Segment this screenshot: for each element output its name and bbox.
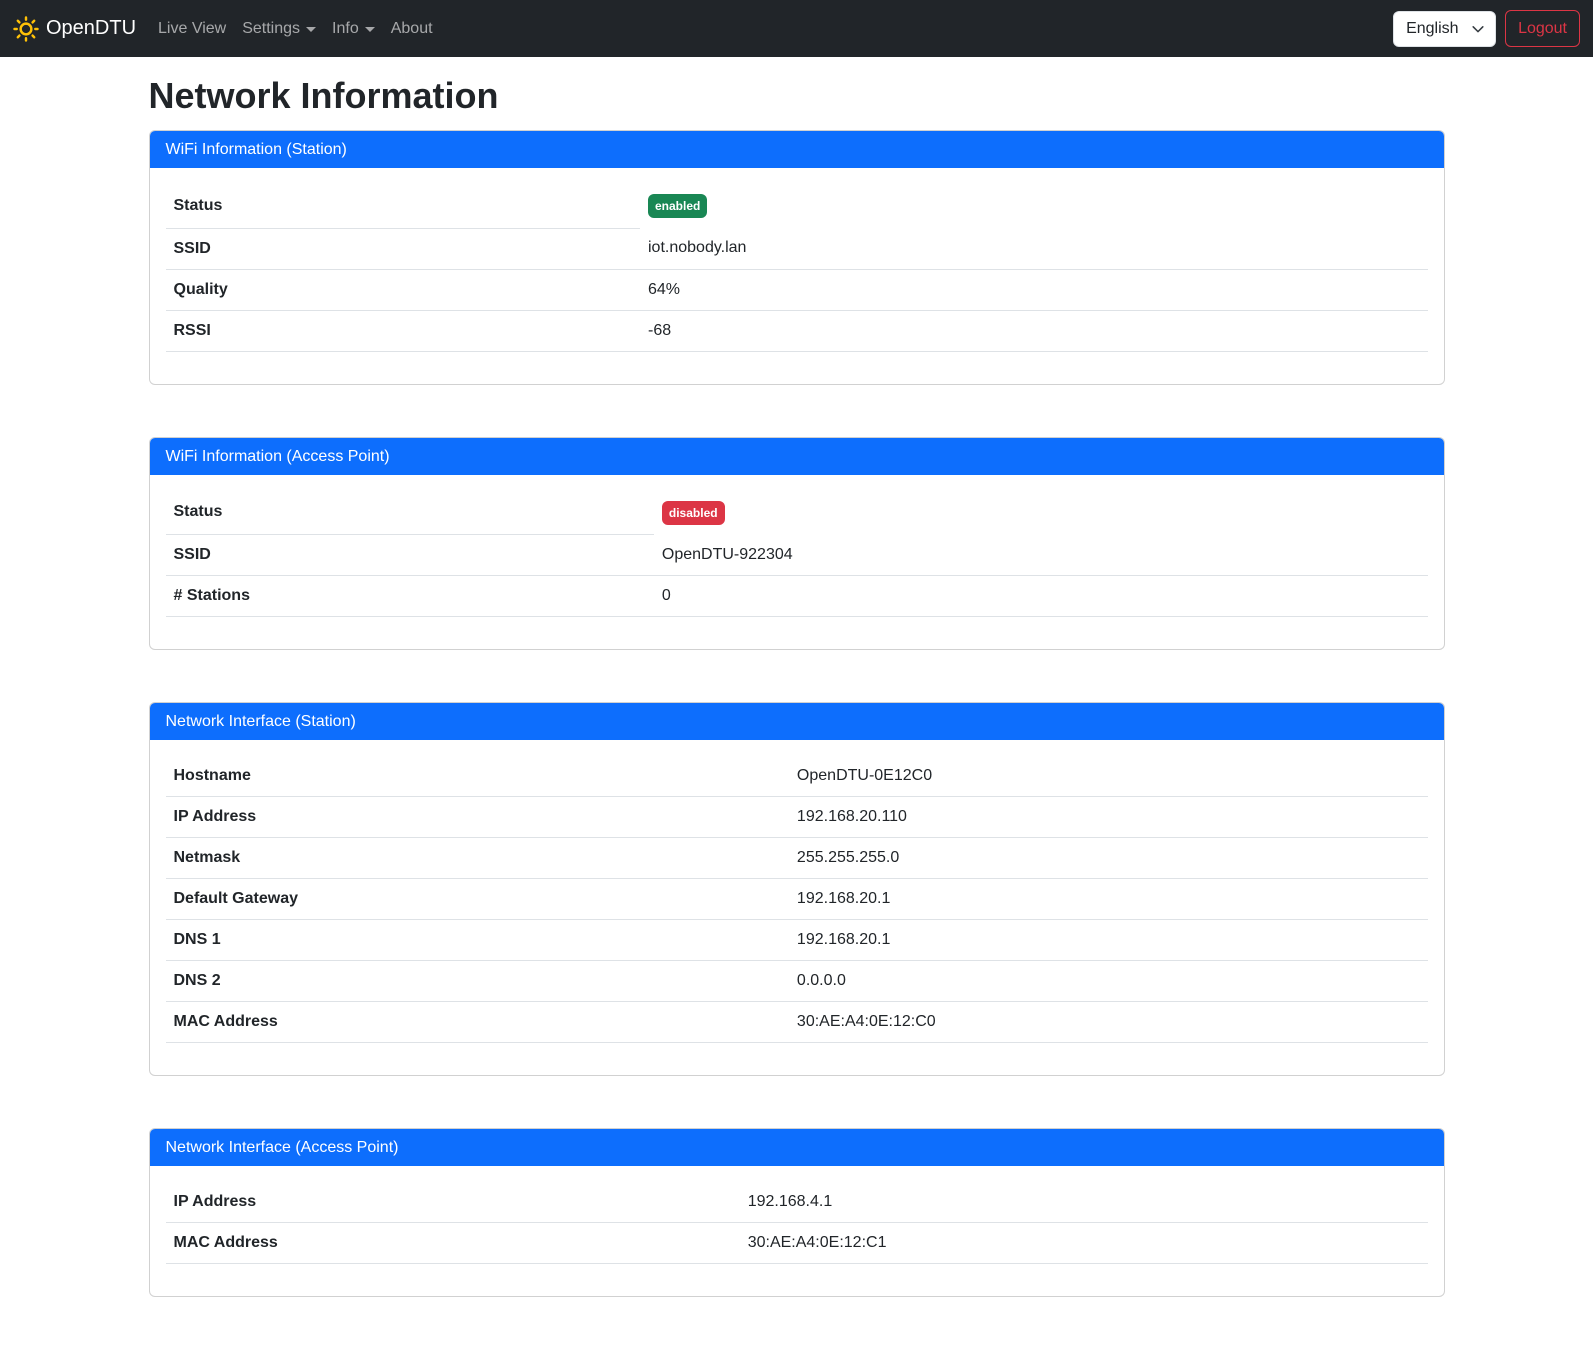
card-wifi-information-access-point: WiFi Information (Access Point) Status di… (149, 437, 1445, 651)
navbar: OpenDTU Live View Settings Info About Engli… (0, 0, 1593, 57)
nav-item-label: Info (332, 20, 359, 38)
info-table: IP Address192.168.4.1MAC Address30:AE:A4… (166, 1182, 1428, 1264)
row-value: 0 (654, 576, 1428, 617)
card-header: Network Interface (Access Point) (150, 1129, 1444, 1166)
caret-down-icon (306, 27, 316, 32)
row-value: -68 (640, 310, 1428, 351)
row-label: # Stations (166, 576, 654, 617)
row-label: SSID (166, 228, 641, 269)
card-body: Status enabled SSIDiot.nobody.lanQuality64… (150, 168, 1444, 384)
nav-item-label: About (391, 20, 433, 38)
table-row: DNS 1192.168.20.1 (166, 920, 1428, 961)
table-row: MAC Address30:AE:A4:0E:12:C0 (166, 1002, 1428, 1043)
row-value: 192.168.4.1 (740, 1182, 1428, 1223)
card-network-interface-access-point: Network Interface (Access Point) IP Addr… (149, 1128, 1445, 1297)
nav-list-item: About (383, 12, 441, 46)
card-wifi-information-station: WiFi Information (Station) Status enabled… (149, 130, 1445, 385)
row-value: 192.168.20.1 (789, 920, 1428, 961)
caret-down-icon (365, 27, 375, 32)
nav-list-item: Live View (150, 12, 234, 46)
row-value: 192.168.20.1 (789, 879, 1428, 920)
language-select-wrap: English (1393, 11, 1496, 47)
page-title: Network Information (149, 75, 1445, 117)
row-label: Quality (166, 269, 641, 310)
row-value: enabled (640, 184, 1428, 228)
row-value: 30:AE:A4:0E:12:C1 (740, 1223, 1428, 1264)
row-label: Netmask (166, 838, 789, 879)
table-row: IP Address192.168.4.1 (166, 1182, 1428, 1223)
navbar-right: English Logout (1393, 10, 1580, 47)
language-select[interactable]: English (1393, 11, 1496, 47)
info-table: Status disabled SSIDOpenDTU-922304# Statio… (166, 491, 1428, 618)
card-title: Network Interface (Access Point) (166, 1139, 399, 1156)
row-label: SSID (166, 535, 654, 576)
table-row: MAC Address30:AE:A4:0E:12:C1 (166, 1223, 1428, 1264)
nav-list-item: Info (324, 12, 383, 46)
table-row: SSIDiot.nobody.lan (166, 228, 1428, 269)
row-label: MAC Address (166, 1223, 740, 1264)
card-body: IP Address192.168.4.1MAC Address30:AE:A4… (150, 1166, 1444, 1296)
row-label: Hostname (166, 756, 789, 797)
nav-item-settings[interactable]: Settings (234, 12, 324, 46)
row-value: disabled (654, 491, 1428, 535)
row-value: 64% (640, 269, 1428, 310)
sun-icon (13, 16, 39, 42)
card-body: HostnameOpenDTU-0E12C0IP Address192.168.… (150, 740, 1444, 1075)
brand-label: OpenDTU (46, 17, 136, 40)
row-label: Status (166, 184, 641, 228)
row-label: DNS 2 (166, 961, 789, 1002)
table-row: RSSI-68 (166, 310, 1428, 351)
table-row: SSIDOpenDTU-922304 (166, 535, 1428, 576)
card-network-interface-station: Network Interface (Station) HostnameOpen… (149, 702, 1445, 1076)
table-row: # Stations0 (166, 576, 1428, 617)
table-row: Status disabled (166, 491, 1428, 535)
row-value: OpenDTU-0E12C0 (789, 756, 1428, 797)
card-body: Status disabled SSIDOpenDTU-922304# Statio… (150, 475, 1444, 650)
row-value: 0.0.0.0 (789, 961, 1428, 1002)
row-value: OpenDTU-922304 (654, 535, 1428, 576)
row-label: IP Address (166, 797, 789, 838)
info-table: HostnameOpenDTU-0E12C0IP Address192.168.… (166, 756, 1428, 1043)
card-header: WiFi Information (Station) (150, 131, 1444, 168)
info-table: Status enabled SSIDiot.nobody.lanQuality64… (166, 184, 1428, 352)
cards: WiFi Information (Station) Status enabled… (149, 130, 1445, 1297)
brand-link[interactable]: OpenDTU (13, 12, 144, 46)
table-row: DNS 20.0.0.0 (166, 961, 1428, 1002)
nav-item-info[interactable]: Info (324, 12, 383, 46)
row-label: Default Gateway (166, 879, 789, 920)
nav-menu: Live View Settings Info About (150, 12, 441, 46)
row-label: Status (166, 491, 654, 535)
logout-button[interactable]: Logout (1505, 10, 1580, 47)
status-badge: disabled (662, 501, 725, 525)
card-title: Network Interface (Station) (166, 713, 356, 730)
table-row: IP Address192.168.20.110 (166, 797, 1428, 838)
table-row: Netmask255.255.255.0 (166, 838, 1428, 879)
main-content: Network Information WiFi Information (St… (137, 57, 1457, 1297)
nav-item-live-view[interactable]: Live View (150, 12, 234, 46)
row-label: RSSI (166, 310, 641, 351)
row-label: IP Address (166, 1182, 740, 1223)
table-row: Default Gateway192.168.20.1 (166, 879, 1428, 920)
table-row: Status enabled (166, 184, 1428, 228)
card-header: Network Interface (Station) (150, 703, 1444, 740)
card-title: WiFi Information (Station) (166, 141, 347, 158)
nav-item-label: Live View (158, 20, 226, 38)
row-value: 255.255.255.0 (789, 838, 1428, 879)
row-label: DNS 1 (166, 920, 789, 961)
card-title: WiFi Information (Access Point) (166, 448, 390, 465)
nav-list-item: Settings (234, 12, 324, 46)
nav-item-label: Settings (242, 20, 300, 38)
card-header: WiFi Information (Access Point) (150, 438, 1444, 475)
row-value: 30:AE:A4:0E:12:C0 (789, 1002, 1428, 1043)
nav-item-about[interactable]: About (383, 12, 441, 46)
status-badge: enabled (648, 194, 707, 218)
row-value: iot.nobody.lan (640, 228, 1428, 269)
row-value: 192.168.20.110 (789, 797, 1428, 838)
table-row: Quality64% (166, 269, 1428, 310)
table-row: HostnameOpenDTU-0E12C0 (166, 756, 1428, 797)
row-label: MAC Address (166, 1002, 789, 1043)
